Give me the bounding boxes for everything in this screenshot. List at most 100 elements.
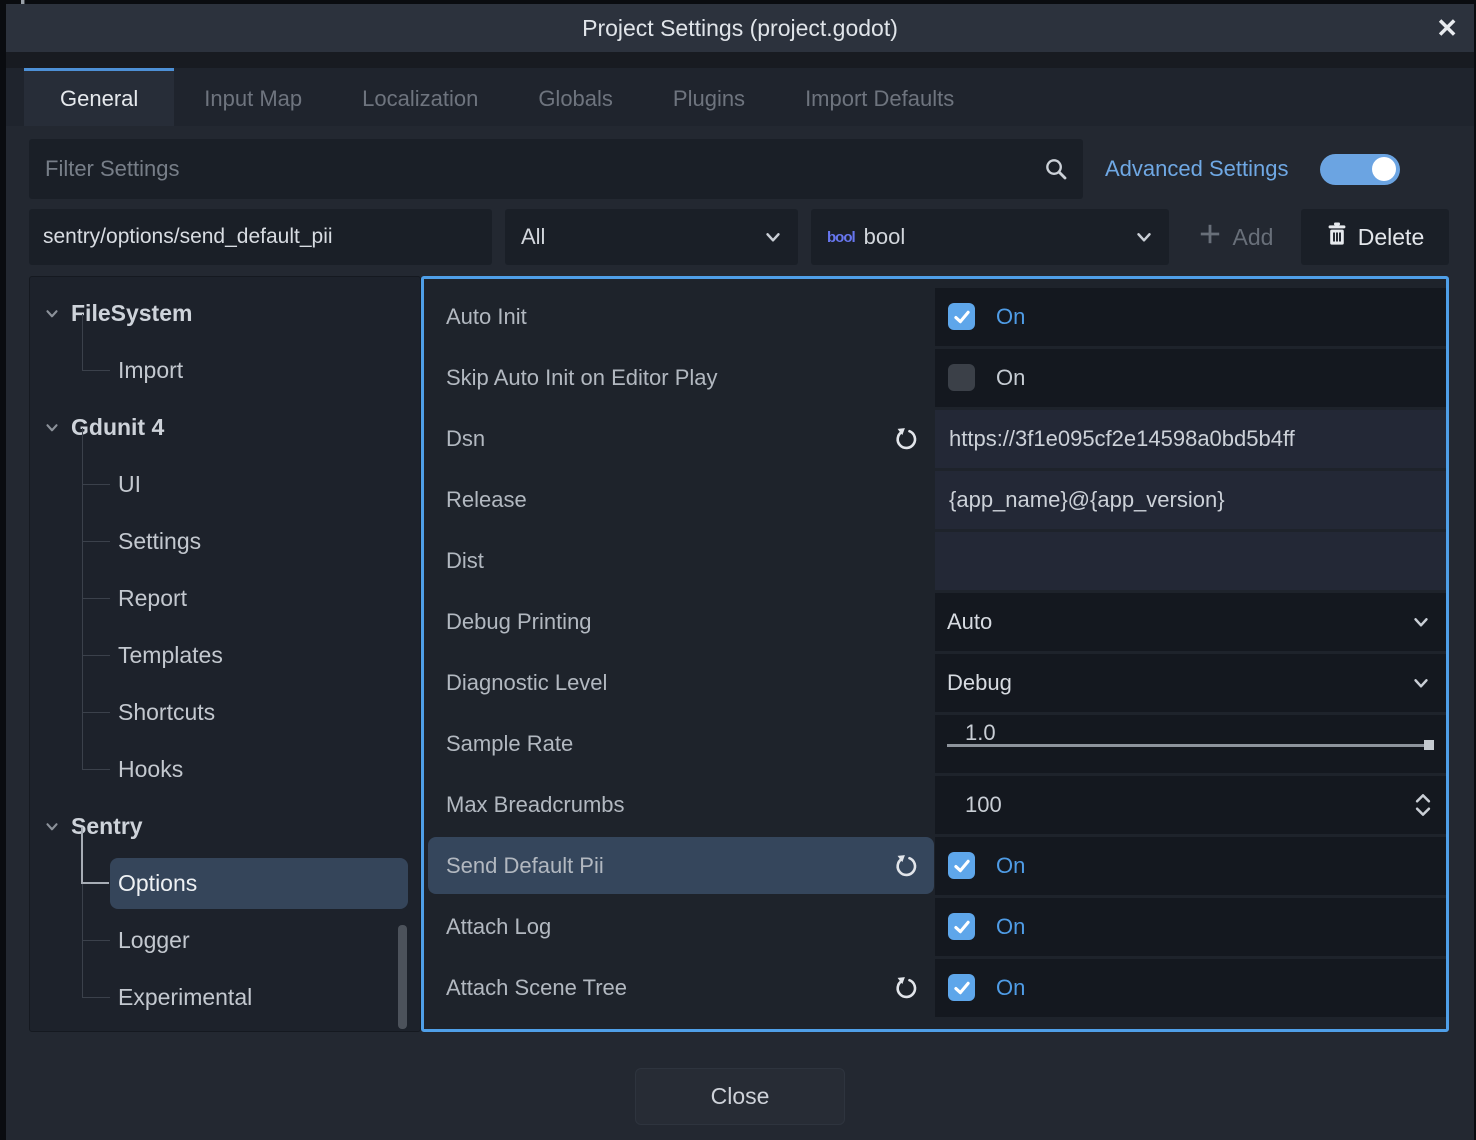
setting-label: Release bbox=[446, 487, 527, 513]
checkbox-on-label: On bbox=[996, 914, 1025, 940]
setting-row-dsn: Dsn https://3f1e095cf2e14598a0bd5b4ff bbox=[424, 408, 1446, 469]
checkbox-checked[interactable] bbox=[948, 303, 975, 330]
setting-value-cell: On bbox=[935, 349, 1446, 407]
slider-track[interactable] bbox=[947, 744, 1428, 747]
setting-dropdown[interactable]: Debug bbox=[935, 654, 1446, 712]
settings-tree: FileSystemImportGdunit 4UISettingsReport… bbox=[29, 276, 421, 1032]
tree-item-label: Import bbox=[118, 357, 183, 384]
checkbox-checked[interactable] bbox=[948, 913, 975, 940]
setting-row-diagnostic-level: Diagnostic Level Debug bbox=[424, 652, 1446, 713]
setting-text-value: https://3f1e095cf2e14598a0bd5b4ff bbox=[949, 426, 1295, 452]
tab-bar: GeneralInput MapLocalizationGlobalsPlugi… bbox=[6, 68, 1474, 126]
delete-button-label: Delete bbox=[1358, 224, 1424, 251]
setting-text-field[interactable] bbox=[935, 532, 1446, 590]
property-name-input[interactable] bbox=[29, 209, 492, 265]
filter-settings-field[interactable] bbox=[29, 139, 1083, 199]
setting-label-cell[interactable]: Release bbox=[424, 469, 935, 530]
setting-label-cell[interactable]: Diagnostic Level bbox=[424, 652, 935, 713]
setting-label-cell[interactable]: Debug Printing bbox=[424, 591, 935, 652]
setting-label-cell[interactable]: Attach Scene Tree bbox=[424, 957, 935, 1018]
setting-value-cell: 1.0 bbox=[935, 715, 1446, 773]
close-button-label: Close bbox=[711, 1083, 770, 1110]
sidebar-item-hooks[interactable]: Hooks bbox=[30, 741, 420, 798]
tree-item-label: Settings bbox=[118, 528, 201, 555]
setting-text-field[interactable]: https://3f1e095cf2e14598a0bd5b4ff bbox=[935, 410, 1446, 468]
delete-button[interactable]: Delete bbox=[1301, 209, 1449, 265]
setting-label-cell[interactable]: Auto Init bbox=[424, 286, 935, 347]
tab-plugins[interactable]: Plugins bbox=[643, 68, 775, 126]
setting-row-release: Release {app_name}@{app_version} bbox=[424, 469, 1446, 530]
setting-label-cell[interactable]: Sample Rate bbox=[424, 713, 935, 774]
setting-label-cell[interactable]: Send Default Pii bbox=[424, 835, 935, 896]
property-bar: All bool bool Add Delete bbox=[29, 209, 1449, 265]
tree-item-label: UI bbox=[118, 471, 141, 498]
checkbox-on-label: On bbox=[996, 975, 1025, 1001]
setting-value-cell: On bbox=[935, 959, 1446, 1017]
tree-connector-line bbox=[82, 941, 110, 998]
revert-icon[interactable] bbox=[893, 426, 919, 452]
revert-icon[interactable] bbox=[893, 853, 919, 879]
property-type-dropdown[interactable]: bool bool bbox=[811, 209, 1169, 265]
property-filter-value: All bbox=[521, 224, 545, 250]
setting-value-cell: On bbox=[935, 288, 1446, 346]
property-filter-dropdown[interactable]: All bbox=[505, 209, 798, 265]
slider-value[interactable]: 1.0 bbox=[965, 720, 1446, 746]
slider-handle[interactable] bbox=[1424, 740, 1434, 750]
tab-globals[interactable]: Globals bbox=[508, 68, 643, 126]
setting-dropdown[interactable]: Auto bbox=[935, 593, 1446, 651]
checkbox-unchecked[interactable] bbox=[948, 364, 975, 391]
setting-row-dist: Dist bbox=[424, 530, 1446, 591]
sidebar-item-experimental[interactable]: Experimental bbox=[30, 969, 420, 1026]
chevron-down-icon bbox=[43, 419, 61, 442]
dialog-titlebar: Project Settings (project.godot) ✕ bbox=[6, 4, 1474, 52]
bool-type-icon: bool bbox=[827, 229, 855, 246]
setting-text-field[interactable]: {app_name}@{app_version} bbox=[935, 471, 1446, 529]
setting-row-skip-auto-init-on-editor-play: Skip Auto Init on Editor PlayOn bbox=[424, 347, 1446, 408]
chevron-down-icon bbox=[1123, 226, 1155, 248]
setting-label: Sample Rate bbox=[446, 731, 573, 757]
close-icon[interactable]: ✕ bbox=[1436, 4, 1458, 52]
search-icon bbox=[1043, 156, 1069, 187]
sidebar-item-import[interactable]: Import bbox=[30, 342, 420, 399]
add-button[interactable]: Add bbox=[1182, 209, 1288, 265]
tree-connector-line bbox=[82, 485, 110, 542]
tab-localization[interactable]: Localization bbox=[332, 68, 508, 126]
filter-row: Advanced Settings bbox=[29, 139, 1449, 199]
setting-text-value: {app_name}@{app_version} bbox=[949, 487, 1225, 513]
setting-row-send-default-pii: Send Default PiiOn bbox=[424, 835, 1446, 896]
checkbox-checked[interactable] bbox=[948, 974, 975, 1001]
revert-icon[interactable] bbox=[893, 975, 919, 1001]
toggle-knob bbox=[1372, 157, 1396, 181]
setting-label-cell[interactable]: Attach Log bbox=[424, 896, 935, 957]
tree-item-label: Shortcuts bbox=[118, 699, 215, 726]
setting-label-cell[interactable]: Dist bbox=[424, 530, 935, 591]
advanced-settings-toggle[interactable] bbox=[1320, 154, 1400, 185]
property-type-value: bool bbox=[864, 224, 906, 250]
checkbox-checked[interactable] bbox=[948, 852, 975, 879]
setting-row-debug-printing: Debug Printing Auto bbox=[424, 591, 1446, 652]
titlebar-gap bbox=[6, 52, 1474, 68]
setting-row-auto-init: Auto InitOn bbox=[424, 286, 1446, 347]
tree-item-label: Report bbox=[118, 585, 187, 612]
setting-label: Max Breadcrumbs bbox=[446, 792, 625, 818]
tab-input-map[interactable]: Input Map bbox=[174, 68, 332, 126]
setting-value-cell: 100 bbox=[935, 776, 1446, 834]
setting-label: Debug Printing bbox=[446, 609, 592, 635]
chevron-down-icon bbox=[1410, 611, 1432, 633]
spinner-value[interactable]: 100 bbox=[965, 792, 1002, 818]
close-button[interactable]: Close bbox=[635, 1068, 845, 1125]
tree-connector-line bbox=[82, 599, 110, 656]
add-button-label: Add bbox=[1233, 224, 1274, 251]
tree-connector-line bbox=[82, 542, 110, 599]
setting-label-cell[interactable]: Max Breadcrumbs bbox=[424, 774, 935, 835]
filter-settings-input[interactable] bbox=[29, 139, 1083, 199]
tab-general[interactable]: General bbox=[24, 68, 174, 126]
setting-label: Diagnostic Level bbox=[446, 670, 607, 696]
setting-label-cell[interactable]: Dsn bbox=[424, 408, 935, 469]
setting-label: Attach Log bbox=[446, 914, 551, 940]
tab-import-defaults[interactable]: Import Defaults bbox=[775, 68, 984, 126]
setting-label: Dist bbox=[446, 548, 484, 574]
setting-value-cell: On bbox=[935, 837, 1446, 895]
spinner-updown-icon[interactable] bbox=[1412, 790, 1434, 820]
setting-label-cell[interactable]: Skip Auto Init on Editor Play bbox=[424, 347, 935, 408]
